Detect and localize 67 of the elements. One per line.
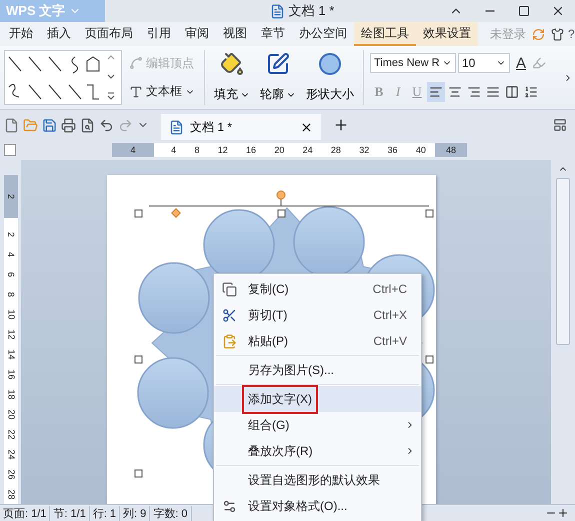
menu-tab[interactable]: 审阅: [178, 22, 216, 46]
menu-tab[interactable]: 办公空间: [292, 22, 354, 46]
paste-icon: [222, 334, 236, 348]
menu-item[interactable]: 添加文字(X): [214, 386, 421, 412]
text-box-button[interactable]: 文本框: [126, 82, 198, 102]
new-tab-icon[interactable]: [333, 117, 349, 133]
align-icon: [486, 84, 500, 99]
paint-bucket-icon: [220, 52, 244, 76]
shape-gallery[interactable]: [4, 50, 122, 105]
help-button[interactable]: ?: [568, 27, 575, 41]
close-icon[interactable]: [300, 120, 313, 134]
font-color-button[interactable]: A: [512, 53, 530, 74]
menu-item[interactable]: 复制(C) Ctrl+C: [214, 276, 421, 302]
menu-item[interactable]: 粘贴(P) Ctrl+V: [214, 328, 421, 354]
align-icon: [467, 84, 481, 99]
layout-icon[interactable]: [553, 118, 567, 132]
menu-tab[interactable]: 章节: [254, 22, 292, 46]
status-text: 列: 9: [120, 506, 150, 520]
outline-button[interactable]: 轮廓: [257, 50, 299, 105]
status-text: 行: 1: [90, 506, 120, 520]
status-text: 字数: 0: [150, 506, 192, 520]
font-size-field[interactable]: 10: [458, 53, 510, 74]
save-icon[interactable]: [42, 118, 57, 132]
menu-item[interactable]: 组合(G): [214, 412, 421, 438]
tab-stop-icon[interactable]: [4, 144, 16, 156]
document-icon: [270, 4, 285, 18]
text-box-icon: [129, 84, 143, 99]
pen-square-icon: [266, 52, 290, 76]
menu-tab[interactable]: 引用: [140, 22, 178, 46]
align-icon: [505, 84, 519, 99]
menu-item[interactable]: 叠放次序(R): [214, 438, 421, 464]
maximize-icon: [518, 5, 530, 17]
line-spacing-icon: [524, 84, 538, 99]
skin-icon[interactable]: [551, 28, 564, 40]
align-icon: [429, 84, 443, 99]
menu-tab[interactable]: 页面布局: [78, 22, 140, 46]
menu-item[interactable]: 剪切(T) Ctrl+X: [214, 302, 421, 328]
scroll-thumb[interactable]: [556, 178, 570, 345]
document-tab[interactable]: 文档 1 *: [161, 114, 321, 140]
circle-icon: [318, 52, 342, 76]
print-preview-icon[interactable]: [80, 118, 95, 132]
menu-tab[interactable]: 开始: [2, 22, 40, 46]
status-text: 页面: 1/1: [0, 506, 50, 520]
menu-tab[interactable]: 插入: [40, 22, 78, 46]
shape-size-button[interactable]: 形状大小: [303, 50, 357, 105]
print-icon[interactable]: [61, 118, 76, 132]
copy-icon: [222, 282, 236, 296]
new-document-icon[interactable]: [4, 118, 19, 132]
status-text: 节: 1/1: [50, 506, 90, 520]
font-name-field[interactable]: Times New R: [370, 53, 456, 74]
menu-item[interactable]: 另存为图片(S)...: [214, 357, 421, 383]
scissors-icon: [222, 308, 236, 322]
curve-icon: [129, 56, 143, 70]
fill-button[interactable]: 填充: [211, 50, 253, 105]
align-button[interactable]: [427, 82, 445, 102]
menu-item[interactable]: 设置对象格式(O)...: [214, 493, 421, 519]
close-icon: [551, 4, 565, 18]
window-title: 文档 1 *: [288, 2, 334, 20]
menu-item[interactable]: 设置自选图形的默认效果: [214, 467, 421, 493]
menu-tab[interactable]: 绘图工具: [354, 22, 416, 46]
menu-tab[interactable]: 效果设置: [416, 22, 478, 46]
document-icon: [169, 120, 184, 134]
align-icon: [448, 84, 462, 99]
zoom-in-icon[interactable]: [557, 507, 569, 519]
menu-tab[interactable]: 视图: [216, 22, 254, 46]
settings-icon: [222, 498, 236, 514]
undo-icon[interactable]: [99, 118, 114, 132]
